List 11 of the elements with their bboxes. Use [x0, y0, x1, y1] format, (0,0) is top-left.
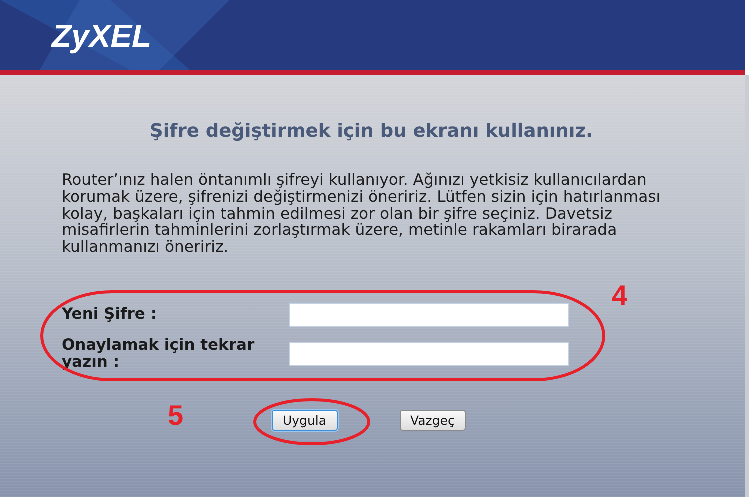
field-label: Yeni Şifre :: [62, 306, 158, 324]
password-field[interactable]: [289, 302, 569, 327]
logo: ZyXEL: [52, 18, 152, 55]
description-text: Router’ınız halen öntanımlı şifreyi kullanıyor. Ağınızı yetkisiz kullanıcılardan korumak üzere, şifrenizi değiştirmenizi öneririz. Lütfen sizin için hatırlanması kolay, başkaları için tahmin edilmesi zor olan bir şifre seçiniz. Davetsiz misafirlerin tahminlerini zorlaştırmak üzere, metinle rakamları birarada kullanmanızı öneririz.: [62, 172, 662, 256]
annotation-number: 4: [612, 280, 628, 312]
field-label: Onaylamak için tekrar yazın :: [62, 336, 256, 371]
password-field[interactable]: [289, 342, 569, 366]
annotation-number: 5: [168, 400, 184, 432]
page-title: Şifre değiştirmek için bu ekranı kullanınız.: [149, 120, 594, 142]
form-button[interactable]: Uygula: [272, 410, 338, 431]
form-button[interactable]: Vazgeç: [400, 410, 466, 431]
